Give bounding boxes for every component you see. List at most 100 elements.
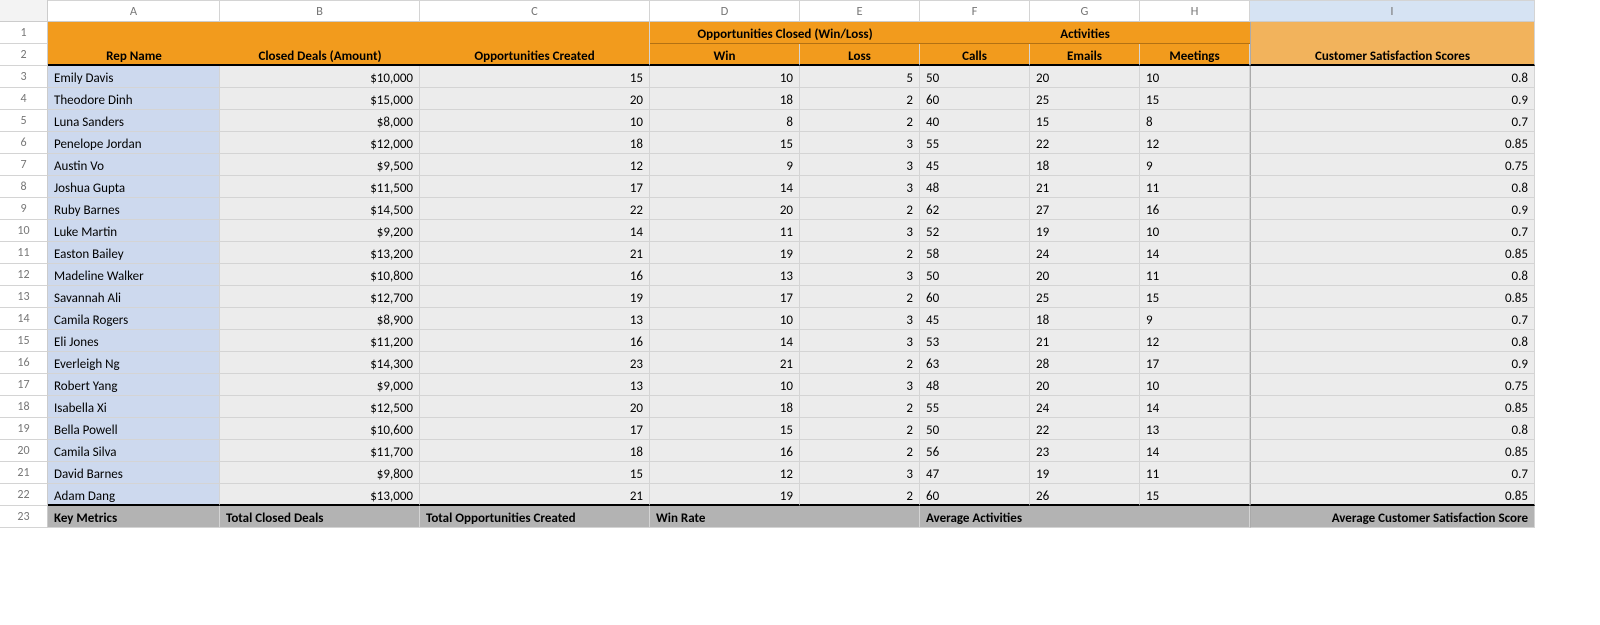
opps-loss[interactable]: 3 xyxy=(800,374,920,396)
row-header-5[interactable]: 5 xyxy=(0,110,48,132)
act-meetings[interactable]: 15 xyxy=(1140,88,1250,110)
col-header-E[interactable]: E xyxy=(800,0,920,22)
closed-amount[interactable]: $8,900 xyxy=(220,308,420,330)
rep-name[interactable]: Luna Sanders xyxy=(48,110,220,132)
act-calls[interactable]: 50 xyxy=(920,264,1030,286)
opps-created[interactable]: 13 xyxy=(420,308,650,330)
act-emails[interactable]: 22 xyxy=(1030,132,1140,154)
rep-name[interactable]: Luke Martin xyxy=(48,220,220,242)
closed-amount[interactable]: $10,000 xyxy=(220,66,420,88)
act-emails[interactable]: 25 xyxy=(1030,88,1140,110)
act-emails[interactable]: 20 xyxy=(1030,66,1140,88)
opps-created[interactable]: 18 xyxy=(420,440,650,462)
closed-amount[interactable]: $14,300 xyxy=(220,352,420,374)
act-calls[interactable]: 40 xyxy=(920,110,1030,132)
act-meetings[interactable]: 15 xyxy=(1140,484,1250,506)
css-score[interactable]: 0.8 xyxy=(1250,330,1535,352)
act-emails[interactable]: 27 xyxy=(1030,198,1140,220)
css-score[interactable]: 0.85 xyxy=(1250,484,1535,506)
rep-name[interactable]: Savannah Ali xyxy=(48,286,220,308)
opps-created[interactable]: 16 xyxy=(420,330,650,352)
css-score[interactable]: 0.8 xyxy=(1250,66,1535,88)
css-score[interactable]: 0.75 xyxy=(1250,154,1535,176)
km-blank-g[interactable] xyxy=(1030,506,1140,528)
row-header-22[interactable]: 22 xyxy=(0,484,48,506)
opps-created[interactable]: 22 xyxy=(420,198,650,220)
row-header-10[interactable]: 10 xyxy=(0,220,48,242)
km-blank-e[interactable] xyxy=(800,506,920,528)
rep-name[interactable]: Madeline Walker xyxy=(48,264,220,286)
act-calls[interactable]: 56 xyxy=(920,440,1030,462)
opps-loss[interactable]: 2 xyxy=(800,484,920,506)
closed-amount[interactable]: $13,000 xyxy=(220,484,420,506)
opps-loss[interactable]: 2 xyxy=(800,242,920,264)
css-score[interactable]: 0.7 xyxy=(1250,462,1535,484)
rep-name[interactable]: Eli Jones xyxy=(48,330,220,352)
opps-win[interactable]: 9 xyxy=(650,154,800,176)
row-header-19[interactable]: 19 xyxy=(0,418,48,440)
act-calls[interactable]: 55 xyxy=(920,396,1030,418)
act-emails[interactable]: 24 xyxy=(1030,396,1140,418)
opps-created[interactable]: 15 xyxy=(420,66,650,88)
act-calls[interactable]: 60 xyxy=(920,484,1030,506)
rep-name[interactable]: Adam Dang xyxy=(48,484,220,506)
closed-amount[interactable]: $9,800 xyxy=(220,462,420,484)
rep-name[interactable]: Penelope Jordan xyxy=(48,132,220,154)
row-header-14[interactable]: 14 xyxy=(0,308,48,330)
closed-amount[interactable]: $9,000 xyxy=(220,374,420,396)
km-total-opps[interactable]: Total Opportunities Created xyxy=(420,506,650,528)
opps-win[interactable]: 13 xyxy=(650,264,800,286)
opps-loss[interactable]: 2 xyxy=(800,396,920,418)
css-score[interactable]: 0.75 xyxy=(1250,374,1535,396)
closed-amount[interactable]: $12,500 xyxy=(220,396,420,418)
act-emails[interactable]: 26 xyxy=(1030,484,1140,506)
opps-win[interactable]: 20 xyxy=(650,198,800,220)
css-score[interactable]: 0.7 xyxy=(1250,220,1535,242)
css-score[interactable]: 0.85 xyxy=(1250,286,1535,308)
opps-win[interactable]: 12 xyxy=(650,462,800,484)
row-header-18[interactable]: 18 xyxy=(0,396,48,418)
act-emails[interactable]: 20 xyxy=(1030,264,1140,286)
css-score[interactable]: 0.85 xyxy=(1250,396,1535,418)
act-calls[interactable]: 60 xyxy=(920,88,1030,110)
closed-amount[interactable]: $11,200 xyxy=(220,330,420,352)
row-header-8[interactable]: 8 xyxy=(0,176,48,198)
opps-win[interactable]: 19 xyxy=(650,484,800,506)
opps-loss[interactable]: 2 xyxy=(800,286,920,308)
rep-name[interactable]: Austin Vo xyxy=(48,154,220,176)
opps-created[interactable]: 20 xyxy=(420,396,650,418)
act-emails[interactable]: 23 xyxy=(1030,440,1140,462)
act-calls[interactable]: 52 xyxy=(920,220,1030,242)
act-meetings[interactable]: 12 xyxy=(1140,330,1250,352)
opps-win[interactable]: 14 xyxy=(650,330,800,352)
opps-created[interactable]: 21 xyxy=(420,484,650,506)
opps-loss[interactable]: 2 xyxy=(800,352,920,374)
col-header-F[interactable]: F xyxy=(920,0,1030,22)
act-emails[interactable]: 18 xyxy=(1030,308,1140,330)
opps-loss[interactable]: 2 xyxy=(800,88,920,110)
act-calls[interactable]: 50 xyxy=(920,66,1030,88)
rep-name[interactable]: Theodore Dinh xyxy=(48,88,220,110)
opps-loss[interactable]: 3 xyxy=(800,154,920,176)
km-label[interactable]: Key Metrics xyxy=(48,506,220,528)
act-calls[interactable]: 45 xyxy=(920,308,1030,330)
opps-created[interactable]: 16 xyxy=(420,264,650,286)
opps-win[interactable]: 10 xyxy=(650,66,800,88)
opps-loss[interactable]: 2 xyxy=(800,110,920,132)
act-calls[interactable]: 45 xyxy=(920,154,1030,176)
col-header-C[interactable]: C xyxy=(420,0,650,22)
opps-created[interactable]: 20 xyxy=(420,88,650,110)
row-header-6[interactable]: 6 xyxy=(0,132,48,154)
col-header-A[interactable]: A xyxy=(48,0,220,22)
opps-created[interactable]: 12 xyxy=(420,154,650,176)
opps-win[interactable]: 15 xyxy=(650,132,800,154)
col-header-B[interactable]: B xyxy=(220,0,420,22)
closed-amount[interactable]: $9,200 xyxy=(220,220,420,242)
opps-win[interactable]: 14 xyxy=(650,176,800,198)
act-calls[interactable]: 58 xyxy=(920,242,1030,264)
closed-amount[interactable]: $11,700 xyxy=(220,440,420,462)
opps-win[interactable]: 10 xyxy=(650,374,800,396)
act-emails[interactable]: 28 xyxy=(1030,352,1140,374)
css-score[interactable]: 0.8 xyxy=(1250,264,1535,286)
row-header-2[interactable]: 2 xyxy=(0,44,48,66)
